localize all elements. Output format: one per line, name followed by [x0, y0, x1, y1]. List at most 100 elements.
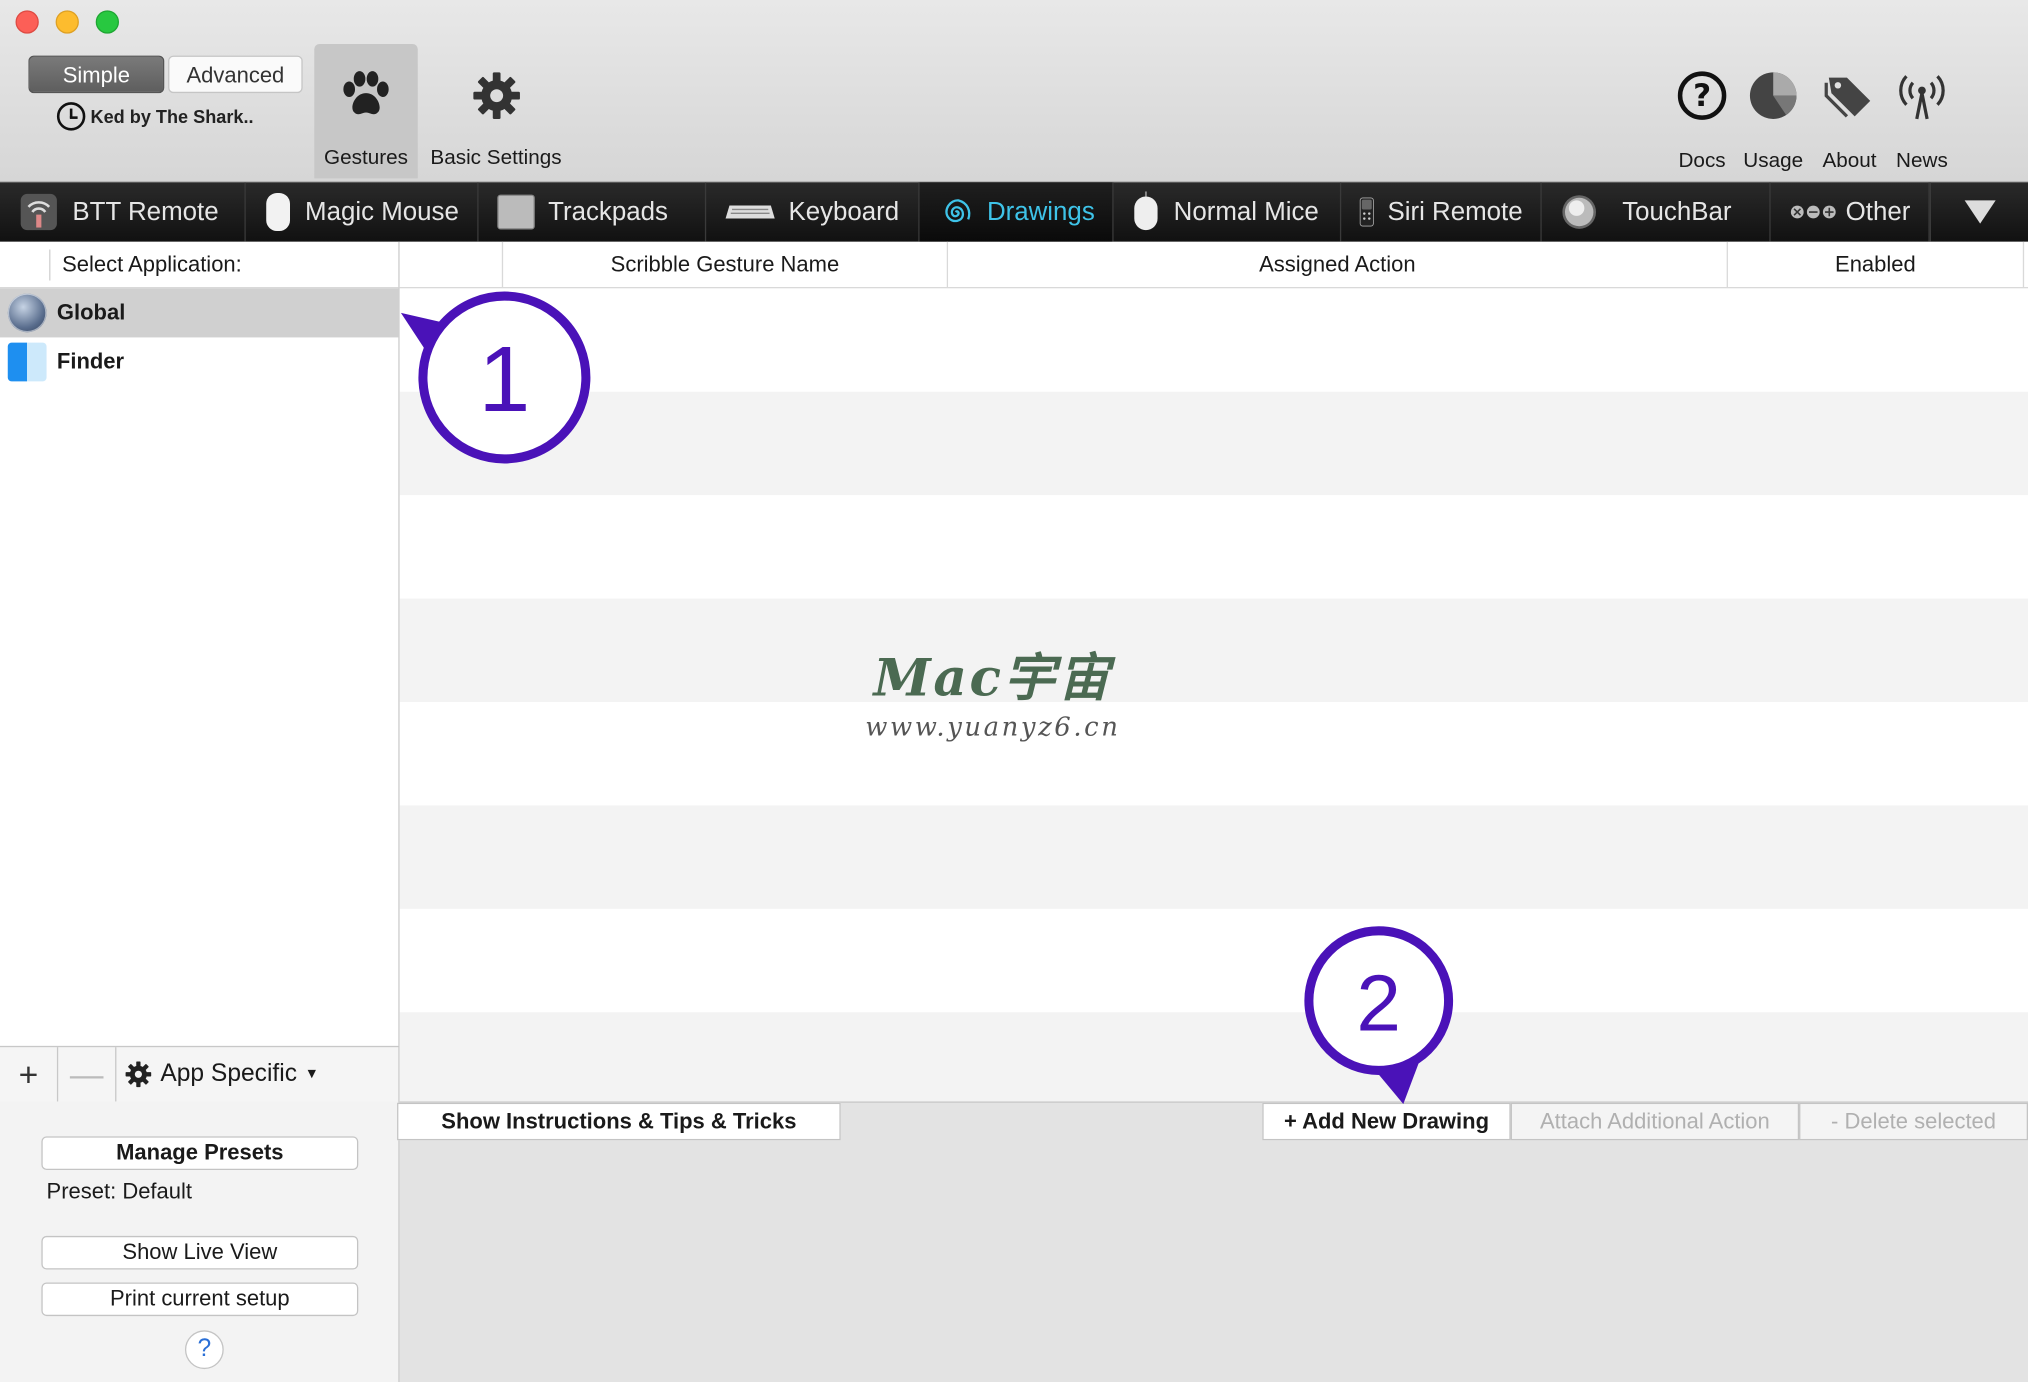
remove-application-button[interactable]: —	[58, 1046, 117, 1103]
callout-number-2: 2	[1356, 957, 1401, 1047]
show-live-view-button[interactable]: Show Live View	[41, 1235, 359, 1270]
tab-trackpads[interactable]: Trackpads	[478, 182, 706, 242]
controls-icon	[1790, 205, 1836, 219]
tab-touchbar[interactable]: TouchBar	[1542, 182, 1771, 242]
table-row	[400, 288, 2028, 391]
app-specific-label: App Specific	[160, 1060, 297, 1088]
broadcast-icon	[1899, 75, 1945, 120]
globe-icon	[7, 293, 47, 333]
tab-btt-remote[interactable]: BTT Remote	[0, 182, 246, 242]
app-specific-dropdown[interactable]: App Specific ▼	[116, 1060, 319, 1088]
keyboard-icon	[725, 205, 775, 219]
app-window: Simple Advanced Ked by The Shark.. Gestu…	[0, 0, 2028, 1382]
toolbar: Simple Advanced Ked by The Shark.. Gestu…	[0, 0, 2028, 183]
zoom-window-button[interactable]	[95, 10, 119, 34]
minimize-window-button[interactable]	[55, 10, 79, 34]
question-mark-icon: ?	[1677, 71, 1727, 120]
tags-icon	[1824, 77, 1871, 118]
tab-drawings[interactable]: Drawings	[920, 182, 1115, 242]
tab-label: Siri Remote	[1387, 197, 1523, 226]
mode-simple-button[interactable]: Simple	[28, 55, 165, 94]
action-bar: Show Instructions & Tips & Tricks + Add …	[397, 1101, 2028, 1382]
mouse-icon	[1134, 191, 1159, 231]
application-list-header: Select Application:	[0, 242, 399, 289]
trackpad-icon	[497, 194, 535, 230]
siri-remote-icon	[1360, 197, 1375, 227]
tab-normal-mice[interactable]: Normal Mice	[1114, 182, 1342, 242]
usage-button[interactable]: Usage	[1737, 67, 1809, 178]
gestures-label: Gestures	[324, 147, 408, 170]
table-header: Scribble Gesture Name Assigned Action En…	[399, 241, 2028, 289]
tab-magic-mouse[interactable]: Magic Mouse	[245, 182, 479, 242]
tab-label: Magic Mouse	[305, 197, 459, 226]
callout-number-1: 1	[479, 327, 531, 431]
table-row	[400, 702, 2028, 805]
table-row	[400, 495, 2028, 598]
table-row	[399, 1012, 2028, 1116]
preset-label: Preset: Default	[46, 1179, 193, 1204]
table-row	[399, 391, 2028, 496]
print-setup-button[interactable]: Print current setup	[41, 1282, 359, 1317]
app-item-global[interactable]: Global	[0, 288, 399, 338]
usage-label: Usage	[1743, 149, 1804, 172]
tab-label: Keyboard	[788, 197, 900, 226]
clock-icon	[56, 102, 86, 131]
license-status[interactable]: Ked by The Shark..	[56, 102, 254, 131]
manage-presets-button[interactable]: Manage Presets	[41, 1136, 359, 1170]
app-name: Finder	[56, 349, 125, 374]
app-name: Global	[56, 299, 126, 325]
chevron-down-icon: ▼	[304, 1066, 319, 1083]
spiral-icon	[945, 199, 971, 223]
pie-chart-icon	[1749, 72, 1797, 119]
question-mark-icon: ?	[197, 1335, 212, 1363]
attach-action-button[interactable]: Attach Additional Action	[1510, 1102, 1800, 1141]
gestures-tab[interactable]: Gestures	[314, 43, 418, 179]
tab-keyboard[interactable]: Keyboard	[706, 182, 921, 242]
tab-siri-remote[interactable]: Siri Remote	[1342, 182, 1543, 242]
docs-button[interactable]: ? Docs	[1666, 67, 1738, 178]
tab-other[interactable]: Other	[1771, 182, 1930, 242]
callout-marker-1: 1	[400, 291, 591, 464]
news-button[interactable]: News	[1886, 67, 1958, 178]
app-item-finder[interactable]: Finder	[0, 337, 398, 386]
select-application-label: Select Application:	[62, 251, 242, 277]
about-button[interactable]: About	[1813, 67, 1885, 178]
docs-label: Docs	[1678, 149, 1726, 172]
finder-icon	[7, 342, 47, 382]
basic-settings-label: Basic Settings	[430, 147, 562, 170]
watermark: Mac宇宙 www.yuanyz6.cn	[865, 636, 1120, 742]
triangle-down-icon	[1964, 200, 1996, 224]
close-window-button[interactable]	[15, 10, 39, 34]
column-header-action[interactable]: Assigned Action	[948, 241, 1728, 288]
application-list: Select Application: Global Finder	[0, 241, 400, 1102]
add-application-button[interactable]: +	[0, 1046, 59, 1103]
delete-selected-button[interactable]: - Delete selected	[1799, 1102, 2028, 1141]
more-tabs-dropdown[interactable]	[1929, 182, 2028, 242]
plus-icon: +	[18, 1054, 39, 1094]
tab-label: TouchBar	[1622, 197, 1732, 226]
application-list-footer: + — App Specific ▼	[0, 1045, 400, 1103]
gear-icon	[125, 1061, 152, 1088]
svg-text:?: ?	[1693, 78, 1711, 114]
magic-mouse-icon	[265, 193, 290, 232]
tab-label: Trackpads	[548, 197, 668, 226]
column-header-name[interactable]: Scribble Gesture Name	[503, 241, 949, 288]
gear-icon	[472, 72, 520, 119]
basic-settings-tab[interactable]: Basic Settings	[427, 44, 565, 178]
column-header-enabled[interactable]: Enabled	[1728, 241, 2025, 288]
license-text: Ked by The Shark..	[90, 106, 254, 127]
mode-advanced-button[interactable]: Advanced	[168, 55, 303, 94]
watermark-url: www.yuanyz6.cn	[865, 711, 1121, 743]
column-header-blank[interactable]	[400, 241, 504, 288]
table-row	[399, 805, 2028, 909]
help-button[interactable]: ?	[184, 1330, 224, 1370]
tab-label: Other	[1845, 197, 1911, 226]
minus-icon: —	[69, 1054, 104, 1094]
show-instructions-button[interactable]: Show Instructions & Tips & Tricks	[397, 1102, 841, 1141]
tab-label: BTT Remote	[72, 197, 219, 226]
preset-panel: Manage Presets Preset: Default Show Live…	[0, 1101, 400, 1382]
device-tab-bar: BTT Remote Magic Mouse Trackpads Keyboar…	[0, 182, 2028, 242]
about-label: About	[1822, 149, 1877, 172]
table-row	[399, 598, 2028, 702]
news-label: News	[1896, 149, 1948, 172]
